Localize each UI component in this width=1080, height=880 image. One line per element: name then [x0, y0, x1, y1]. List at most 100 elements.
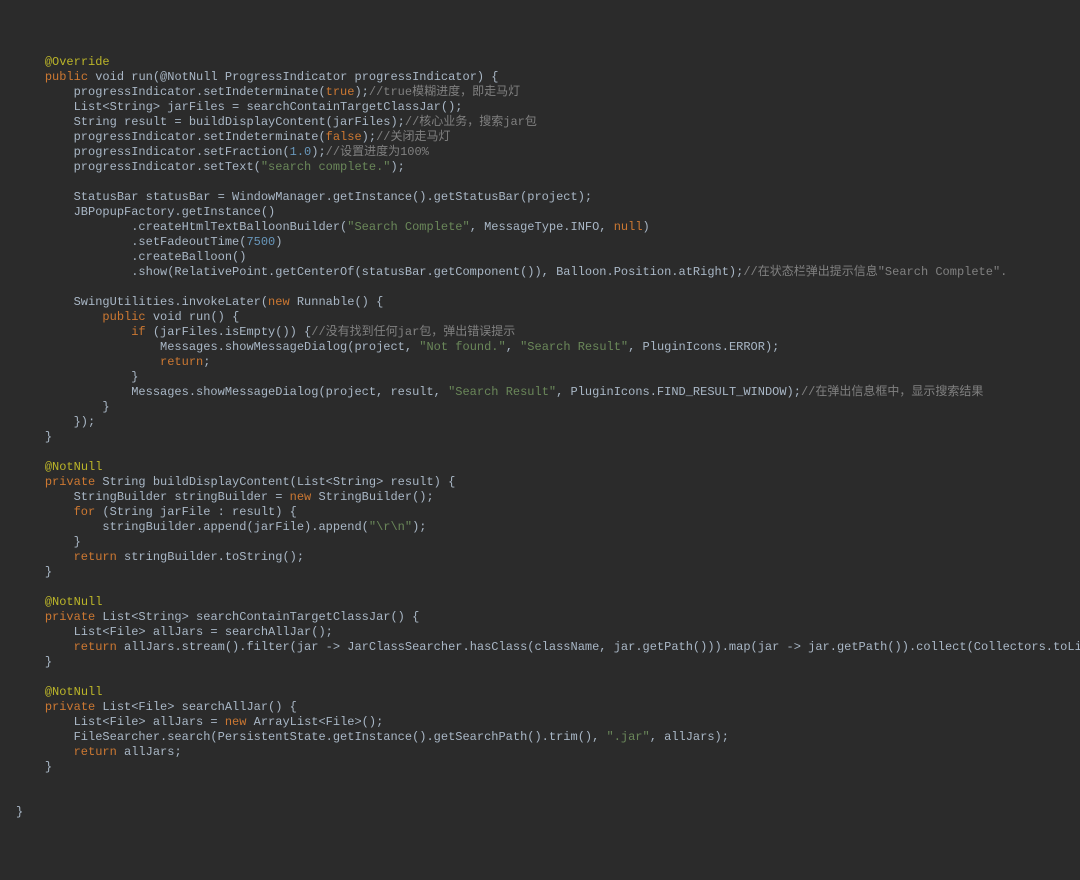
code-token: List<File> allJars = [74, 715, 225, 729]
code-token: "Search Complete" [347, 220, 469, 234]
code-token: } [16, 805, 23, 819]
code-token: void [95, 70, 131, 84]
code-token: private [45, 700, 103, 714]
code-line: return allJars.stream().filter(jar -> Ja… [16, 640, 1064, 655]
code-line: StatusBar statusBar = WindowManager.getI… [16, 190, 1064, 205]
code-token: List<File> allJars = searchAllJar(); [74, 625, 333, 639]
code-token: String buildDisplayContent(List<String> … [102, 475, 455, 489]
code-line: } [16, 535, 1064, 550]
code-token: ); [412, 520, 426, 534]
code-token: ); [354, 85, 368, 99]
code-line: } [16, 430, 1064, 445]
code-token: } [45, 430, 52, 444]
code-token: } [45, 565, 52, 579]
code-token: .createHtmlTextBalloonBuilder( [131, 220, 347, 234]
code-token: progressIndicator.setText( [74, 160, 261, 174]
code-token: ) [275, 235, 282, 249]
code-line: public void run() { [16, 310, 1064, 325]
code-line: progressIndicator.setText("search comple… [16, 160, 1064, 175]
code-token: "Search Result" [448, 385, 556, 399]
code-token: 1.0 [290, 145, 312, 159]
code-token: if [131, 325, 153, 339]
code-token: ; [203, 355, 210, 369]
code-line: private List<String> searchContainTarget… [16, 610, 1064, 625]
code-token: true [326, 85, 355, 99]
code-token: StringBuilder stringBuilder = [74, 490, 290, 504]
code-token: //true模糊进度，即走马灯 [369, 85, 520, 99]
code-token: void [153, 310, 189, 324]
code-token [16, 580, 23, 594]
code-token: return [74, 550, 124, 564]
code-token: "search complete." [261, 160, 391, 174]
code-token: allJars; [124, 745, 182, 759]
code-line: if (jarFiles.isEmpty()) {//没有找到任何jar包，弹出… [16, 325, 1064, 340]
code-token: public [102, 310, 152, 324]
code-token: StringBuilder(); [318, 490, 433, 504]
code-line [16, 580, 1064, 595]
code-token: .createBalloon() [131, 250, 246, 264]
code-line: .createHtmlTextBalloonBuilder("Search Co… [16, 220, 1064, 235]
code-token: } [74, 535, 81, 549]
code-line: List<File> allJars = new ArrayList<File>… [16, 715, 1064, 730]
code-line: return allJars; [16, 745, 1064, 760]
code-token: , allJars); [650, 730, 729, 744]
code-token: , MessageType.INFO, [470, 220, 614, 234]
code-token: //没有找到任何jar包，弹出错误提示 [311, 325, 515, 339]
code-token: new [290, 490, 319, 504]
code-token: "Not found." [419, 340, 505, 354]
code-line: } [16, 760, 1064, 775]
code-line: JBPopupFactory.getInstance() [16, 205, 1064, 220]
code-line [16, 790, 1064, 805]
code-token: "\r\n" [369, 520, 412, 534]
code-token: , [506, 340, 520, 354]
code-token: } [45, 760, 52, 774]
code-line: @NotNull [16, 595, 1064, 610]
code-line: return stringBuilder.toString(); [16, 550, 1064, 565]
code-token: @NotNull [45, 460, 103, 474]
code-token [16, 775, 23, 789]
code-token [16, 175, 23, 189]
code-block: @Override public void run(@NotNull Progr… [16, 55, 1064, 820]
code-token: //关闭走马灯 [376, 130, 450, 144]
code-token: private [45, 475, 103, 489]
code-line [16, 670, 1064, 685]
code-token: ); [390, 160, 404, 174]
code-token: return [74, 745, 124, 759]
code-line: stringBuilder.append(jarFile).append("\r… [16, 520, 1064, 535]
code-line: @Override [16, 55, 1064, 70]
code-token: //设置进度为100% [326, 145, 429, 159]
code-token: @NotNull [45, 685, 103, 699]
code-line: @NotNull [16, 460, 1064, 475]
code-token: new [268, 295, 297, 309]
code-token: .setFadeoutTime( [131, 235, 246, 249]
code-token: stringBuilder.append(jarFile).append( [102, 520, 368, 534]
code-token: }); [74, 415, 96, 429]
code-token: progressIndicator.setIndeterminate( [74, 130, 326, 144]
code-token: List<String> jarFiles = searchContainTar… [74, 100, 463, 114]
code-token: progressIndicator.setFraction( [74, 145, 290, 159]
code-line: } [16, 805, 1064, 820]
code-token [16, 670, 23, 684]
code-line: List<File> allJars = searchAllJar(); [16, 625, 1064, 640]
code-token [16, 445, 23, 459]
code-token: //在状态栏弹出提示信息"Search Complete". [743, 265, 1007, 279]
code-token: @Override [45, 55, 110, 69]
code-token: JBPopupFactory.getInstance() [74, 205, 276, 219]
code-token: "Search Result" [520, 340, 628, 354]
code-line: FileSearcher.search(PersistentState.getI… [16, 730, 1064, 745]
code-line: progressIndicator.setIndeterminate(true)… [16, 85, 1064, 100]
code-token: public [45, 70, 95, 84]
code-token: List<File> searchAllJar() { [102, 700, 296, 714]
code-token [16, 790, 23, 804]
code-token: List<String> searchContainTargetClassJar… [102, 610, 419, 624]
code-line: progressIndicator.setFraction(1.0);//设置进… [16, 145, 1064, 160]
code-line [16, 280, 1064, 295]
code-token: } [102, 400, 109, 414]
code-token: (jarFiles.isEmpty()) { [153, 325, 311, 339]
code-token: ) [643, 220, 650, 234]
code-line [16, 445, 1064, 460]
code-line: .show(RelativePoint.getCenterOf(statusBa… [16, 265, 1064, 280]
code-token: @NotNull [45, 595, 103, 609]
code-token: , PluginIcons.ERROR); [628, 340, 779, 354]
code-line: for (String jarFile : result) { [16, 505, 1064, 520]
